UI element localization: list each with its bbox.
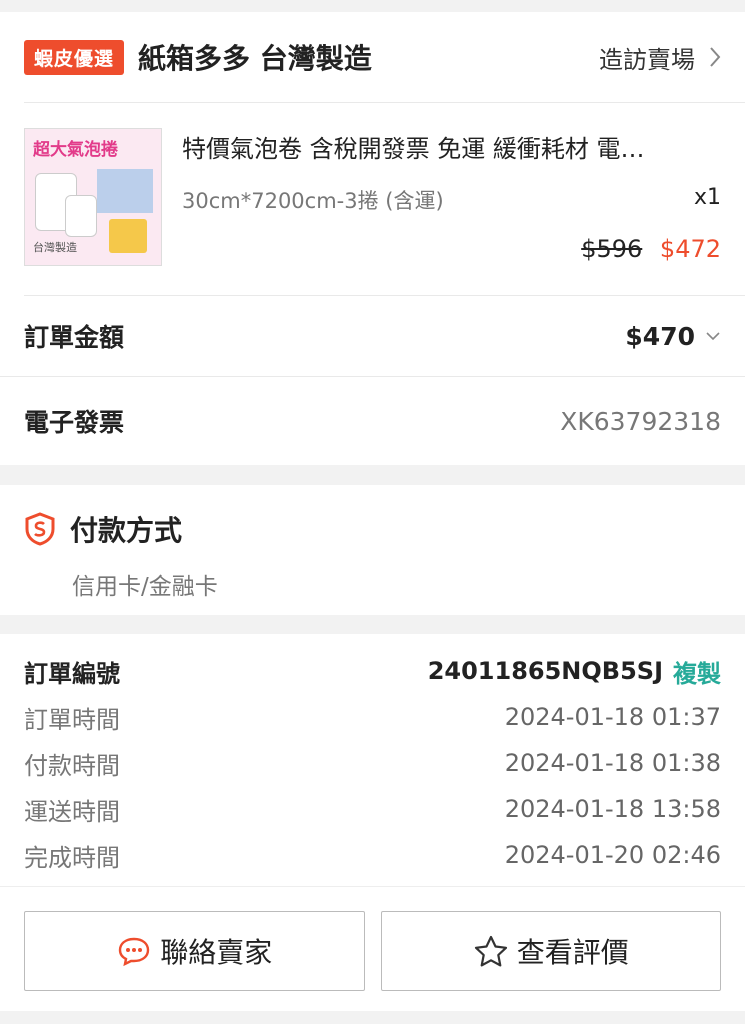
shipping-time-label: 運送時間 — [24, 797, 120, 826]
order-amount-row[interactable]: 訂單金額 $470 — [0, 296, 745, 376]
product-name: 特價氣泡卷 含稅開發票 免運 緩衝耗材 電… — [182, 135, 645, 163]
order-time-row: 訂單時間 2024-01-18 01:37 — [24, 694, 721, 740]
visit-shop-button[interactable]: 造訪賣場 — [599, 40, 721, 75]
chevron-down-icon — [706, 332, 720, 341]
product-quantity: x1 — [693, 185, 721, 210]
shipping-time-value: 2024-01-18 13:58 — [504, 795, 721, 823]
original-price: $596 — [581, 235, 643, 263]
chevron-right-icon — [710, 47, 721, 67]
invoice-row[interactable]: 電子發票 XK63792318 — [0, 377, 745, 465]
preferred-badge: 蝦皮優選 — [24, 39, 125, 75]
payment-title-row: 付款方式 — [24, 485, 721, 549]
shop-header: 蝦皮優選 紙箱多多 台灣製造 造訪賣場 — [0, 12, 745, 102]
contact-seller-label: 聯絡賣家 — [160, 936, 273, 969]
order-card: 蝦皮優選 紙箱多多 台灣製造 造訪賣場 超大氣泡捲 台灣製造 特價氣泡卷 含稅開… — [0, 12, 745, 465]
copy-button[interactable]: 複製 — [673, 654, 721, 689]
order-number: 24011865NQB5SJ — [427, 657, 663, 685]
thumb-title: 超大氣泡捲 — [33, 140, 118, 160]
thumb-box-shape — [109, 219, 147, 253]
action-bar: 聯絡賣家 查看評價 — [0, 886, 745, 1011]
completion-time-value: 2024-01-20 02:46 — [504, 841, 721, 869]
shipping-time-row: 運送時間 2024-01-18 13:58 — [24, 786, 721, 832]
completion-time-label: 完成時間 — [24, 843, 120, 872]
thumb-roll-shape — [65, 195, 97, 237]
top-gap — [0, 0, 745, 12]
order-number-row: 訂單編號 24011865NQB5SJ 複製 — [24, 648, 721, 694]
order-details: 訂單編號 24011865NQB5SJ 複製 訂單時間 2024-01-18 0… — [0, 634, 745, 886]
payment-method: 信用卡/金融卡 — [72, 574, 218, 600]
thumb-spec-box — [97, 169, 153, 213]
payment-title: 付款方式 — [70, 514, 183, 547]
view-review-button[interactable]: 查看評價 — [380, 911, 721, 991]
payment-time-label: 付款時間 — [24, 751, 120, 780]
order-amount-label: 訂單金額 — [24, 323, 125, 352]
product-thumbnail[interactable]: 超大氣泡捲 台灣製造 — [24, 128, 162, 266]
order-time-value: 2024-01-18 01:37 — [504, 703, 721, 731]
invoice-label: 電子發票 — [24, 408, 125, 437]
product-prices: $596 $472 — [581, 235, 721, 263]
shop-name[interactable]: 紙箱多多 台灣製造 — [138, 37, 372, 77]
product-info: 特價氣泡卷 含稅開發票 免運 緩衝耗材 電… 30cm*7200cm-3捲 (含… — [182, 103, 721, 295]
sale-price: $472 — [659, 235, 721, 263]
product-variant: 30cm*7200cm-3捲 (含運) — [182, 189, 444, 213]
payment-time-row: 付款時間 2024-01-18 01:38 — [24, 740, 721, 786]
order-time-label: 訂單時間 — [24, 705, 120, 734]
product-item[interactable]: 超大氣泡捲 台灣製造 特價氣泡卷 含稅開發票 免運 緩衝耗材 電… 30cm*7… — [0, 103, 745, 295]
shopee-shield-icon — [25, 512, 55, 546]
order-amount-expand[interactable]: $470 — [625, 322, 721, 351]
order-amount-value: $470 — [625, 321, 695, 351]
contact-seller-button[interactable]: 聯絡賣家 — [24, 911, 365, 991]
visit-shop-label: 造訪賣場 — [599, 45, 695, 74]
view-review-label: 查看評價 — [516, 936, 629, 969]
completion-time-row: 完成時間 2024-01-20 02:46 — [24, 832, 721, 878]
order-number-label: 訂單編號 — [24, 659, 120, 688]
chat-icon — [119, 937, 150, 967]
invoice-number: XK63792318 — [560, 406, 721, 436]
payment-section: 付款方式 信用卡/金融卡 — [0, 485, 745, 615]
payment-time-value: 2024-01-18 01:38 — [504, 749, 721, 777]
thumb-subtitle: 台灣製造 — [33, 241, 77, 254]
star-icon — [474, 935, 507, 967]
